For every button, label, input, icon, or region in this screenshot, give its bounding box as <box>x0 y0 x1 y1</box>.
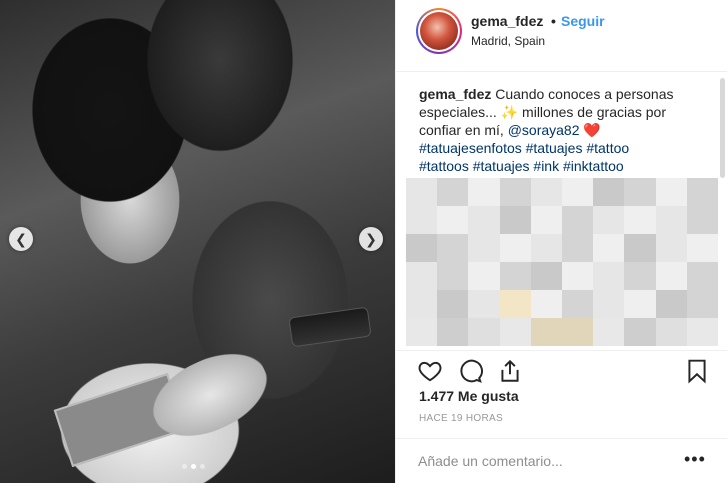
action-bar <box>396 350 727 384</box>
carousel-indicators <box>182 464 205 469</box>
avatar-image <box>420 12 458 50</box>
photo-hand <box>140 337 280 453</box>
more-options-icon[interactable]: ••• <box>684 449 706 470</box>
comment-icon[interactable] <box>457 358 483 384</box>
carousel-dot <box>182 464 187 469</box>
heart-icon[interactable] <box>417 358 443 384</box>
bookmark-icon[interactable] <box>684 358 710 384</box>
likes-count[interactable]: 1.477 Me gusta <box>419 388 519 404</box>
carousel-next-button[interactable]: ❯ <box>359 227 383 251</box>
post-photo[interactable]: ❮ ❯ <box>0 0 395 483</box>
photo-phone <box>288 306 372 348</box>
post-time[interactable]: HACE 19 HORAS <box>419 413 503 424</box>
post-caption: gema_fdez Cuando conoces a personas espe… <box>419 85 711 175</box>
post-side-panel: gema_fdez • Seguir Madrid, Spain gema_fd… <box>395 0 727 483</box>
hashtags-line-1[interactable]: #tatuajesenfotos #tatuajes #tattoo <box>419 140 629 156</box>
hashtags-line-2[interactable]: #tattoos #tatuajes #ink #inktattoo <box>419 158 624 174</box>
heart-emoji: ❤️ <box>579 122 601 138</box>
comment-input[interactable] <box>418 451 678 471</box>
mention-link[interactable]: @soraya82 <box>508 122 580 138</box>
share-icon[interactable] <box>497 358 523 384</box>
blurred-comments <box>406 178 718 346</box>
caption-username[interactable]: gema_fdez <box>419 86 491 102</box>
carousel-prev-button[interactable]: ❮ <box>9 227 33 251</box>
username-link[interactable]: gema_fdez <box>471 13 543 29</box>
carousel-dot <box>200 464 205 469</box>
location-link[interactable]: Madrid, Spain <box>471 34 545 48</box>
post-header: gema_fdez • Seguir Madrid, Spain <box>396 0 727 72</box>
carousel-dot-active <box>191 464 196 469</box>
avatar[interactable] <box>416 8 462 54</box>
comments-scrollbar[interactable] <box>720 78 725 178</box>
follow-button[interactable]: Seguir <box>561 13 605 29</box>
separator-dot: • <box>551 13 556 29</box>
sparkle-emoji: ✨ <box>500 104 519 120</box>
comment-bar: ••• <box>396 438 727 483</box>
